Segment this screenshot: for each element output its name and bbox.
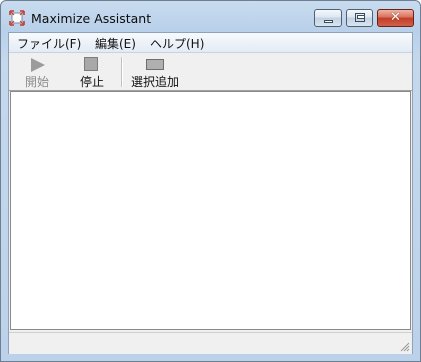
resize-grip-icon[interactable] [398, 340, 410, 352]
status-bar [9, 332, 412, 354]
toolbar-separator [121, 57, 123, 87]
window-icon [146, 59, 164, 70]
close-button[interactable]: ✕ [377, 9, 414, 27]
play-icon [31, 58, 45, 72]
app-window: Maximize Assistant ✕ ファイル(F) 編集(E) ヘルプ(H… [0, 0, 421, 362]
start-button[interactable]: 開始 [12, 53, 62, 90]
maximize-button[interactable] [346, 9, 373, 27]
menu-file[interactable]: ファイル(F) [17, 35, 81, 52]
menu-help[interactable]: ヘルプ(H) [150, 35, 204, 52]
menu-edit[interactable]: 編集(E) [95, 35, 136, 52]
toolbar: 開始 停止 選択追加 [9, 53, 412, 91]
stop-icon [84, 57, 98, 71]
minimize-icon [324, 20, 333, 23]
menu-bar: ファイル(F) 編集(E) ヘルプ(H) [9, 33, 412, 53]
window-title: Maximize Assistant [31, 11, 152, 26]
maximize-icon [355, 13, 365, 22]
add-selection-label: 選択追加 [130, 75, 179, 89]
stop-label: 停止 [79, 75, 104, 89]
window-list[interactable] [10, 91, 411, 330]
start-label: 開始 [24, 75, 49, 89]
client-area: ファイル(F) 編集(E) ヘルプ(H) 開始 停止 選択追加 [8, 32, 413, 354]
title-bar[interactable]: Maximize Assistant ✕ [1, 1, 420, 32]
stop-button[interactable]: 停止 [67, 53, 117, 90]
app-icon [9, 10, 25, 26]
add-selection-button[interactable]: 選択追加 [126, 53, 184, 90]
close-icon: ✕ [390, 10, 401, 25]
minimize-button[interactable] [314, 9, 342, 27]
